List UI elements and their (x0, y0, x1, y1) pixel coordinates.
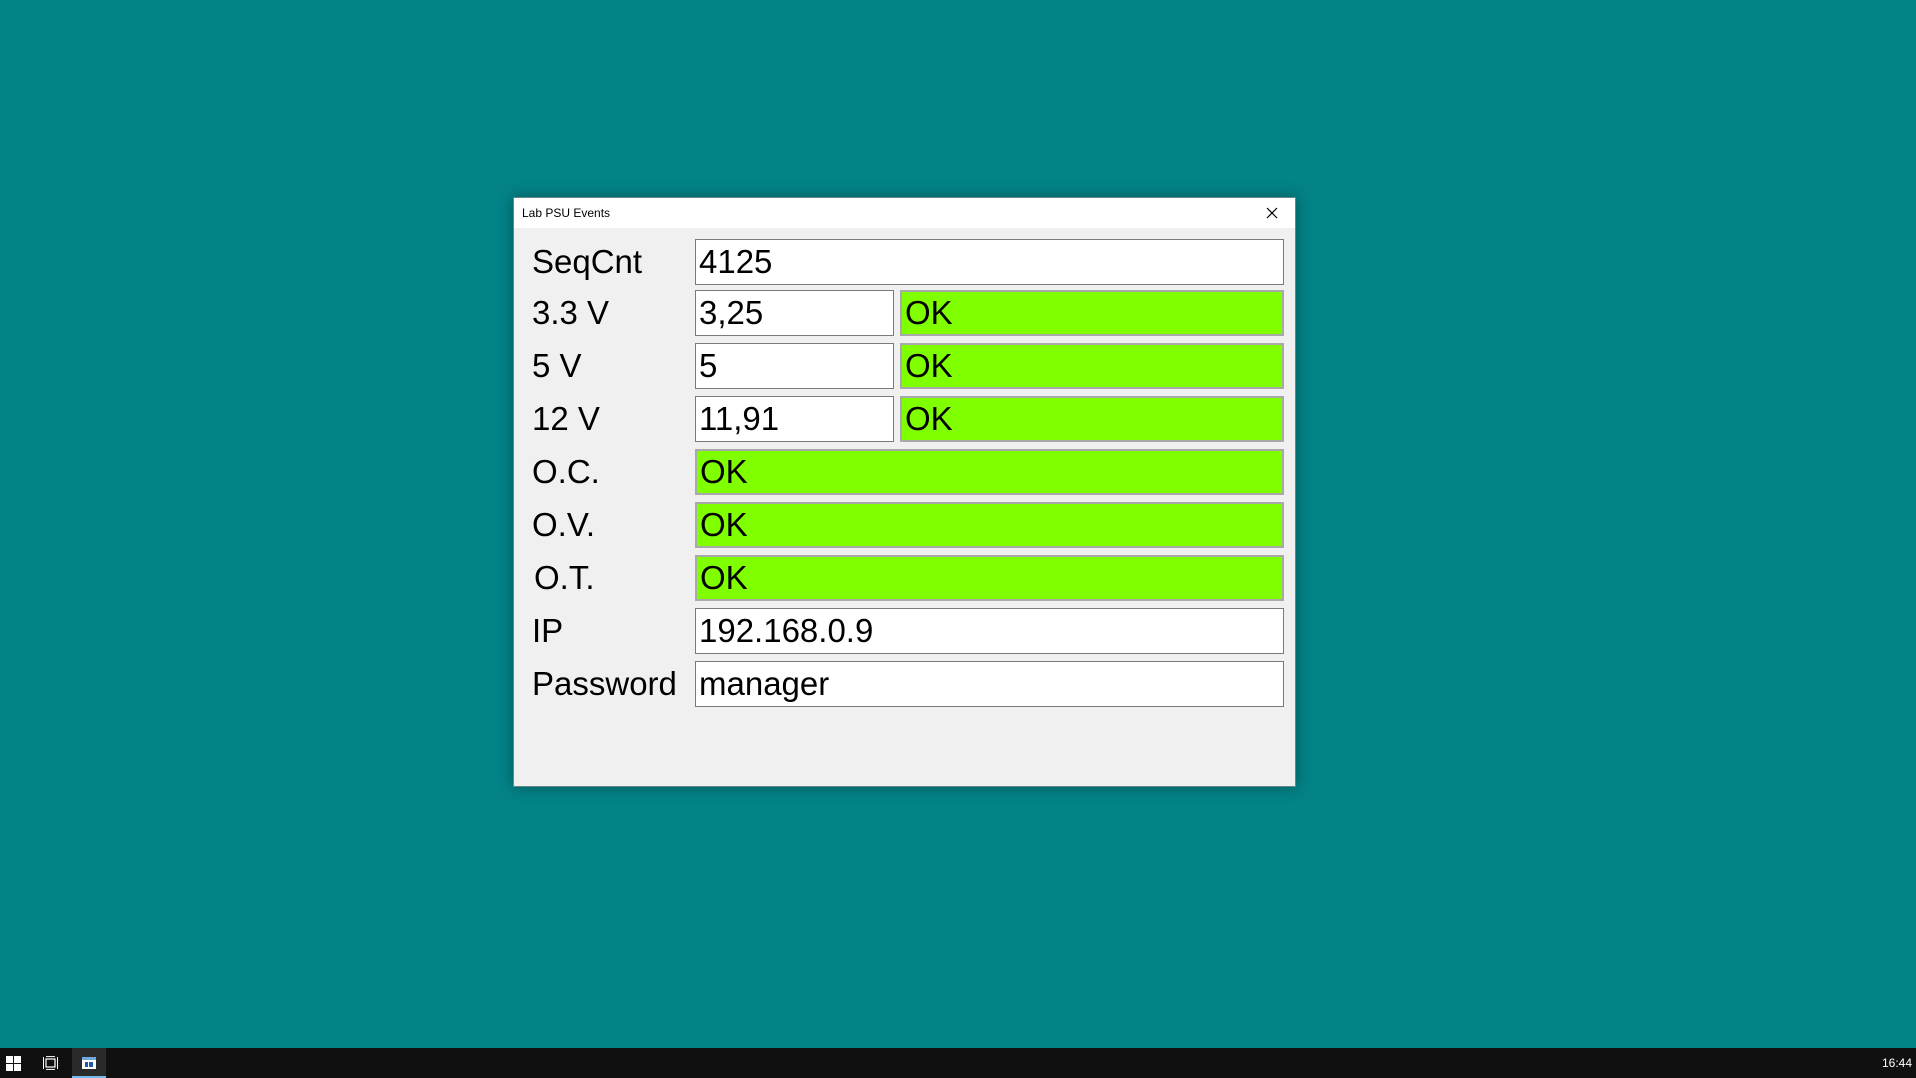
v12-label: 12 V (532, 400, 600, 437)
oc-status: OK (695, 449, 1284, 495)
windows-start-icon (6, 1056, 21, 1071)
seqcnt-label: SeqCnt (532, 243, 643, 280)
title-bar[interactable]: Lab PSU Events (514, 198, 1295, 228)
psu-events-window: Lab PSU Events SeqCnt 4125 3.3 V 3,25 OK… (513, 197, 1296, 787)
seqcnt-field[interactable]: 4125 (695, 239, 1284, 285)
v33-label: 3.3 V (532, 294, 610, 331)
close-icon (1266, 207, 1278, 219)
oc-label: O.C. (532, 453, 600, 490)
password-field[interactable]: manager (695, 661, 1284, 707)
taskbar-app-psu-events[interactable] (72, 1048, 106, 1078)
ip-label: IP (532, 612, 564, 649)
ot-status: OK (695, 555, 1284, 601)
close-button[interactable] (1249, 198, 1295, 228)
password-label: Password (532, 665, 677, 702)
app-window-icon (82, 1057, 96, 1069)
taskbar: 16:44 (0, 1048, 1916, 1078)
ov-label: O.V. (532, 506, 595, 543)
start-button[interactable] (0, 1048, 28, 1078)
v33-status: OK (900, 290, 1284, 336)
v12-value-field[interactable]: 11,91 (695, 396, 894, 442)
window-title: Lab PSU Events (522, 206, 611, 220)
taskbar-clock[interactable]: 16:44 (1882, 1056, 1912, 1070)
v5-value-field[interactable]: 5 (695, 343, 894, 389)
ot-label: O.T. (534, 559, 595, 596)
ov-status: OK (695, 502, 1284, 548)
ip-field[interactable]: 192.168.0.9 (695, 608, 1284, 654)
v12-status: OK (900, 396, 1284, 442)
v5-status: OK (900, 343, 1284, 389)
v5-label: 5 V (532, 347, 582, 384)
task-view-icon (43, 1056, 58, 1070)
task-view-button[interactable] (36, 1048, 64, 1078)
v33-value-field[interactable]: 3,25 (695, 290, 894, 336)
